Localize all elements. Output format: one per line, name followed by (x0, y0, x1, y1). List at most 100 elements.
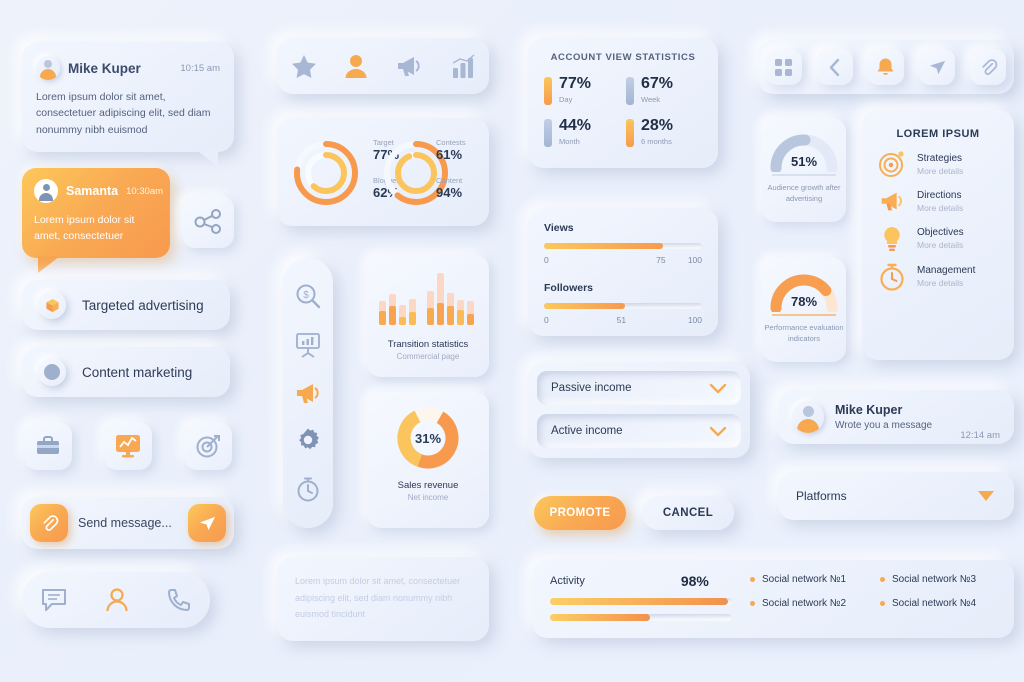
activity-track-2[interactable] (550, 614, 732, 621)
chat-button[interactable] (40, 587, 68, 613)
stat-caption: 6 months (641, 137, 672, 146)
slider-tick-max: 100 (687, 315, 702, 325)
send-message-input[interactable]: Send message... (78, 516, 178, 530)
chat-sender-name: Samanta (66, 184, 119, 198)
megaphone-button[interactable] (294, 381, 322, 405)
user-icon (106, 588, 128, 612)
chat-bubble-outgoing: Samanta 10:30am Lorem ipsum dolor sit am… (22, 168, 170, 272)
attach-button[interactable] (30, 504, 68, 542)
slider-track[interactable] (544, 243, 702, 249)
chat-timestamp: 10:30am (126, 185, 164, 197)
chat-bubble-header: Samanta 10:30am (34, 179, 163, 203)
donut-label: Contests (436, 138, 466, 147)
target-tile-button[interactable] (184, 422, 232, 470)
legend-label: Social network №4 (892, 598, 977, 609)
card-title: Transition statistics (387, 339, 469, 350)
list-item-content-marketing[interactable]: Content marketing (22, 347, 230, 397)
attach-button[interactable] (970, 49, 1007, 85)
menu-item-management[interactable]: Management More details (862, 252, 1014, 291)
profile-button[interactable] (104, 587, 130, 613)
gear-icon (299, 428, 319, 450)
menu-item-directions[interactable]: Directions More details (862, 178, 1014, 214)
dropdown-label: Active income (551, 425, 623, 437)
activity-label: Activity (550, 575, 585, 587)
stopwatch-button[interactable] (295, 476, 321, 503)
grid-icon (775, 58, 793, 76)
slider-fill (544, 243, 663, 249)
chat-icon (42, 589, 66, 611)
bottom-action-pill (22, 572, 210, 628)
statistics-grid: 77% Day 67% Week 44% Month 28% 6 months (528, 63, 718, 147)
chat-bubble-header: Mike Kuper 10:15 am (36, 56, 220, 80)
activity-track-1[interactable] (550, 598, 732, 605)
settings-button[interactable] (295, 427, 321, 453)
target-icon (196, 435, 220, 458)
stat-bar (544, 119, 552, 147)
notifications-button[interactable] (867, 49, 904, 85)
stopwatch-icon (880, 263, 904, 291)
send-button[interactable] (188, 504, 226, 542)
megaphone-button[interactable] (395, 54, 423, 78)
phone-icon (168, 589, 190, 611)
list-item-label: Content marketing (82, 364, 193, 380)
briefcase-icon (37, 436, 59, 454)
legend-dot-icon (750, 601, 755, 606)
back-button[interactable] (816, 49, 853, 85)
gauge-caption: Audience growth after advertising (767, 182, 841, 203)
gauge-value-text: 51% (791, 154, 817, 169)
dropdown-passive-income[interactable]: Passive income (537, 371, 741, 405)
triangle-down-icon (978, 491, 994, 501)
menu-item-label: Strategies (917, 152, 963, 164)
slider-label: Followers (544, 282, 594, 294)
user-button[interactable] (344, 54, 368, 79)
avatar (792, 401, 824, 433)
legend-item: Social network №4 (880, 598, 1000, 609)
stopwatch-icon (297, 477, 319, 502)
dropdown-active-income[interactable]: Active income (537, 414, 741, 448)
star-button[interactable] (291, 54, 317, 79)
sales-donut-chart: 31% (397, 407, 459, 469)
message-preview: Wrote you a message (835, 420, 933, 431)
gauge-chart-audience: 51% (770, 134, 838, 172)
slider-tick-mid: 75 (656, 255, 666, 265)
list-item-label: Targeted advertising (82, 297, 204, 313)
legend-dot-icon (750, 577, 755, 582)
slider-group-views: Views 0 75 100 (544, 222, 702, 266)
lorem-text-card: Lorem ipsum dolor sit amet, consectetuer… (277, 557, 489, 641)
card-title: LOREM IPSUM (896, 128, 980, 140)
donut-value: 61% (436, 147, 463, 162)
menu-item-sub: More details (917, 165, 964, 176)
stat-item: 28% 6 months (626, 118, 702, 147)
slider-track[interactable] (544, 303, 702, 309)
send-message-bar[interactable]: Send message... (22, 497, 234, 549)
gauge-card-performance: 78% Performance evaluation indicators (762, 258, 846, 362)
dropdown-label: Passive income (551, 382, 632, 394)
menu-item-label: Objectives (917, 226, 964, 238)
bar-chart-button[interactable] (450, 53, 476, 79)
message-notification-card[interactable]: Mike Kuper Wrote you a message 12:14 am (778, 390, 1014, 444)
share-button[interactable] (182, 196, 234, 248)
vertical-icon-sidebar: $ (283, 258, 333, 528)
list-item-targeted-advertising[interactable]: Targeted advertising (22, 280, 230, 330)
grid-menu-button[interactable] (765, 49, 802, 85)
stat-value: 67% (641, 75, 674, 92)
send-button[interactable] (919, 49, 956, 85)
monitor-chart-tile-button[interactable] (104, 422, 152, 470)
search-dollar-button[interactable]: $ (295, 283, 321, 309)
cancel-button[interactable]: CANCEL (642, 496, 734, 530)
promote-button[interactable]: PROMOTE (534, 496, 626, 530)
legend-item: Social network №3 (880, 574, 1000, 585)
menu-item-objectives[interactable]: Objectives More details (862, 214, 1014, 252)
menu-item-strategies[interactable]: Strategies More details (862, 140, 1014, 178)
activity-fill-1 (550, 598, 729, 605)
bell-icon (877, 58, 894, 75)
briefcase-tile-button[interactable] (24, 422, 72, 470)
stat-bar (626, 119, 634, 147)
presentation-chart-button[interactable] (294, 332, 322, 359)
call-button[interactable] (166, 587, 192, 613)
svg-text:$: $ (303, 290, 309, 301)
slider-scale: 0 75 100 (544, 255, 702, 266)
transition-statistics-card: Transition statistics Commercial page (367, 255, 489, 377)
avatar (36, 56, 60, 80)
platforms-dropdown[interactable]: Platforms (778, 472, 1014, 520)
